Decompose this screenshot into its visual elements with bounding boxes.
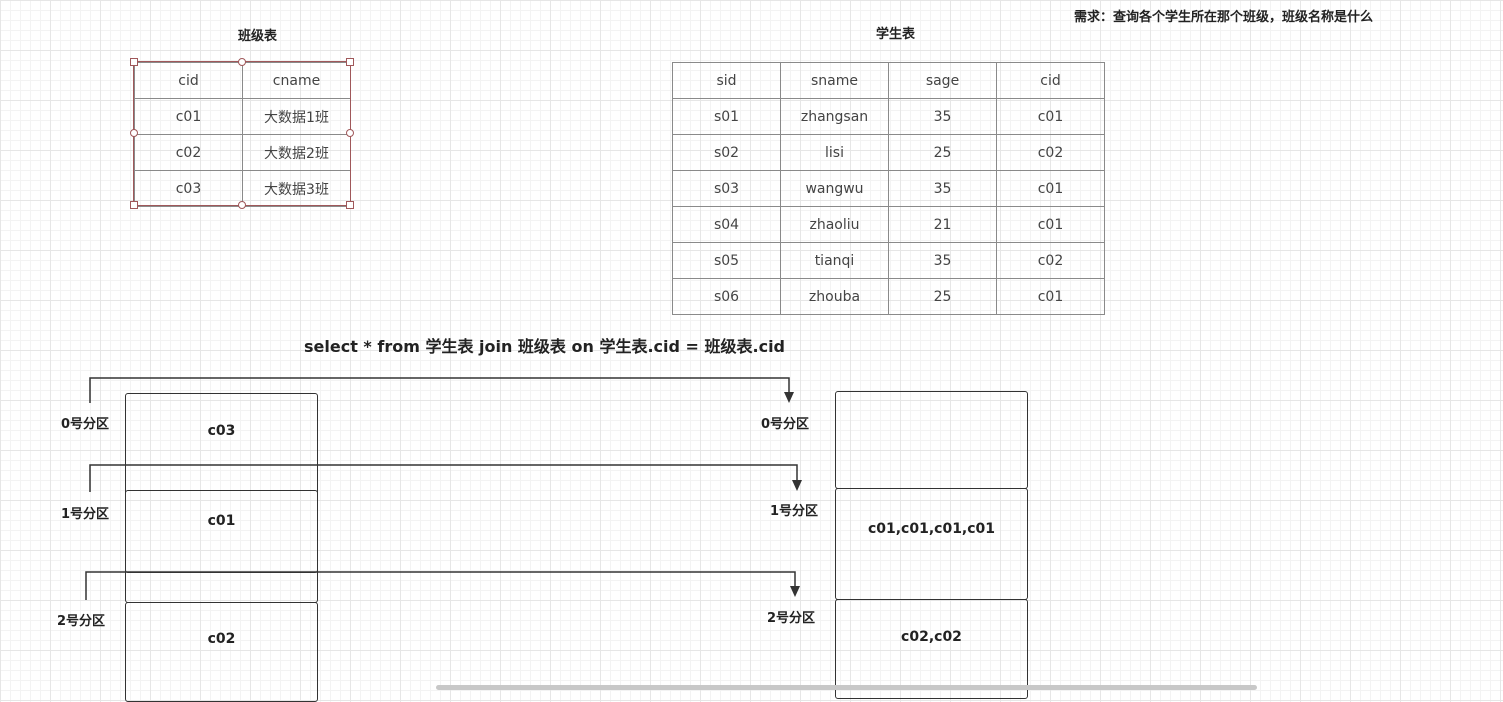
arrowhead-1 bbox=[792, 480, 802, 491]
left-block-label-0: c03 bbox=[207, 423, 236, 439]
right-block-label-1: c01,c01,c01,c01 bbox=[867, 521, 996, 537]
right-partition-box-1[interactable] bbox=[835, 488, 1028, 600]
arrowhead-2 bbox=[790, 586, 800, 597]
right-partition-box-0[interactable] bbox=[835, 391, 1028, 489]
arrowhead-0 bbox=[784, 392, 794, 403]
left-partition-label-0: 0号分区 bbox=[61, 417, 110, 432]
horizontal-scrollbar[interactable] bbox=[436, 685, 1257, 690]
right-partition-box-2[interactable] bbox=[835, 599, 1028, 699]
left-partition-label-1: 1号分区 bbox=[61, 507, 110, 522]
left-block-label-2: c02 bbox=[207, 631, 236, 647]
right-partition-label-1: 1号分区 bbox=[770, 504, 819, 519]
right-block-label-2: c02,c02 bbox=[901, 629, 962, 645]
left-partition-label-2: 2号分区 bbox=[57, 614, 106, 629]
left-block-label-1: c01 bbox=[207, 513, 236, 529]
left-partition-box-1[interactable] bbox=[125, 490, 318, 603]
right-partition-label-0: 0号分区 bbox=[761, 417, 810, 432]
right-partition-label-2: 2号分区 bbox=[767, 611, 816, 626]
left-partition-box-2[interactable] bbox=[125, 602, 318, 702]
